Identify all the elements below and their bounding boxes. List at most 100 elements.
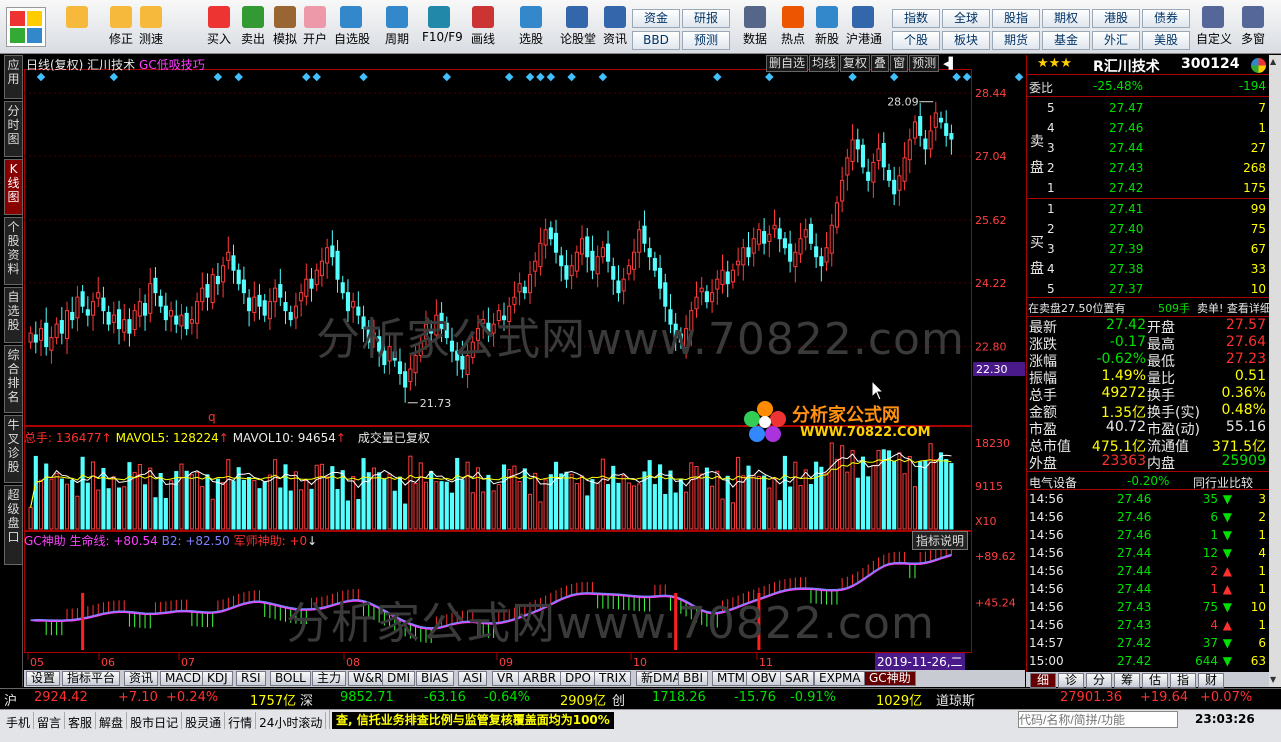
indicator-tab-11[interactable]: ASI [458,671,488,686]
chart-header-button-0[interactable]: 删自选 [766,55,809,72]
indicator-help-button[interactable]: 指标说明 [912,531,969,550]
market-button-4[interactable]: 港股 [1092,9,1140,28]
market-button-2[interactable]: 股指 [992,9,1040,28]
toolbar-sell-button[interactable]: 卖出 [236,6,270,52]
app-logo-icon[interactable] [6,7,46,47]
market-button-b1[interactable]: 板块 [942,31,990,50]
chart-header-button-3[interactable]: 叠 [871,55,890,72]
chart-header-button-4[interactable]: 窗 [890,55,909,72]
quote-tab-4[interactable]: 估 [1142,673,1168,688]
globe-icon[interactable] [1251,58,1266,73]
market-button-0[interactable]: 指数 [892,9,940,28]
left-tab-5[interactable]: 综合排名 [4,345,23,413]
kline-chart-area[interactable]: 28.44 27.04 25.62 24.22 22.80 22.30 28.09 21.73… [24,55,1025,687]
candle [803,229,808,238]
toolbar-pe-button[interactable]: 数据 [738,6,772,52]
toolbar-pen-button[interactable]: 画线 [466,6,500,52]
grid-button-1[interactable]: 研报 [682,9,730,28]
quote-tab-3[interactable]: 筹 [1114,673,1140,688]
toolbar-news-button[interactable]: 资讯 [598,6,632,52]
market-button-b2[interactable]: 期货 [992,31,1040,50]
news-ticker[interactable]: 查, 信托业务排查比例与监管复核覆盖面均为100% [332,712,614,729]
indicator-tab-18[interactable]: MTM [712,671,751,686]
pen-icon [472,6,494,28]
left-tab-2[interactable]: K线图 [4,159,23,215]
indicator-tab-15[interactable]: TRIX [594,671,632,686]
toolbar-table-button[interactable]: F10/F9 [422,6,463,52]
indicator-tab-20[interactable]: SAR [780,671,815,686]
toolbar-clock-button[interactable]: 测速 [134,6,168,52]
chart-header-button-2[interactable]: 复权 [840,55,871,72]
toolbar-period-button[interactable]: 周期 [380,6,414,52]
toolbar-newstock-button[interactable]: 新股 [810,6,844,52]
indicator-tab-10[interactable]: BIAS [416,671,454,686]
chart-header-button-1[interactable]: 均线 [809,55,840,72]
indicator-tab-3[interactable]: MACD [160,671,206,686]
quote-tab-0[interactable]: 细 [1030,673,1056,688]
quote-tab-6[interactable]: 财 [1198,673,1224,688]
industry-compare-button[interactable]: 同行业比较 [1193,474,1253,491]
grid-button-0[interactable]: 资金 [632,9,680,28]
chart-header-button-5[interactable]: 预测 [909,55,940,72]
order-notice[interactable]: 在卖盘27.50位置有 509手 卖单! 查看详细 [1027,298,1271,316]
toolbar-select-button[interactable]: 选股 [514,6,548,52]
toolbar-hammer-button[interactable]: 模拟 [268,6,302,52]
book-volume: 67 [1250,242,1266,256]
grid-button-b0[interactable]: BBD [632,31,680,50]
pin-icon[interactable]: ◂▌ [943,57,957,70]
grid-button-b1[interactable]: 预测 [682,31,730,50]
market-button-1[interactable]: 全球 [942,9,990,28]
candle [85,309,90,316]
tick-time: 14:56 [1029,546,1064,560]
market-button-b0[interactable]: 个股 [892,31,940,50]
indicator-tab-2[interactable]: 资讯 [124,671,159,686]
indicator-tab-12[interactable]: VR [492,671,519,686]
indicator-tab-5[interactable]: RSI [236,671,266,686]
indicator-tab-22[interactable]: GC神助 [864,671,916,686]
toolbar-shhk-button[interactable]: 沪港通 [846,6,882,52]
indicator-tab-4[interactable]: KDJ [202,671,233,686]
quote-tabs: 细诊分筹估指财 [1026,672,1269,688]
toolbar-hot-button[interactable]: 热点 [776,6,810,52]
indicator-tab-21[interactable]: EXPMA [814,671,866,686]
toolbar-up-down-button[interactable]: 修正 [104,6,138,52]
toolbar-back-arrow-button[interactable] [60,6,94,52]
toolbar-multi-button[interactable]: 多窗 [1236,6,1270,52]
market-button-5[interactable]: 债券 [1142,9,1190,28]
market-button-3[interactable]: 期权 [1042,9,1090,28]
left-tab-7[interactable]: 超级盘口 [4,485,23,565]
indicator-tab-9[interactable]: DMI [382,671,416,686]
toolbar-custom-button[interactable]: 自定义 [1196,6,1232,52]
toolbar-lock-button[interactable]: 开户 [298,6,332,52]
indicator-tab-0[interactable]: 设置 [26,671,61,686]
toolbar-buy-button[interactable]: 买入 [202,6,236,52]
market-button-b4[interactable]: 外汇 [1092,31,1140,50]
indicator-tab-13[interactable]: ARBR [518,671,562,686]
left-tab-0[interactable]: 应用 [4,55,23,99]
indicator-tab-17[interactable]: BBI [678,671,709,686]
candle [902,157,907,182]
indicator-tab-7[interactable]: 主力 [312,671,347,686]
scroll-down-icon[interactable]: ▼ [1270,675,1280,685]
left-tab-6[interactable]: 牛叉诊股 [4,415,23,483]
quote-tab-1[interactable]: 诊 [1058,673,1084,688]
left-tab-4[interactable]: 自选股 [4,287,23,343]
right-scrollbar[interactable]: ▲ ▼ [1269,55,1281,687]
indicator-tab-1[interactable]: 指标平台 [62,671,121,686]
indicator-tab-14[interactable]: DPO [560,671,596,686]
left-tab-3[interactable]: 个股资料 [4,217,23,285]
market-button-b5[interactable]: 美股 [1142,31,1190,50]
market-button-b3[interactable]: 基金 [1042,31,1090,50]
toolbar-forum-button[interactable]: 论股堂 [560,6,596,52]
candle [912,121,918,139]
search-input[interactable] [1018,711,1178,728]
indicator-tab-6[interactable]: BOLL [270,671,311,686]
quote-tab-2[interactable]: 分 [1086,673,1112,688]
candle [788,243,793,262]
scroll-up-icon[interactable]: ▲ [1270,57,1280,67]
quote-tab-5[interactable]: 指 [1170,673,1196,688]
candle [605,243,611,262]
left-tab-1[interactable]: 分时图 [4,101,23,157]
toolbar-star-button[interactable]: 自选股 [334,6,370,52]
indicator-tab-19[interactable]: OBV [746,671,782,686]
